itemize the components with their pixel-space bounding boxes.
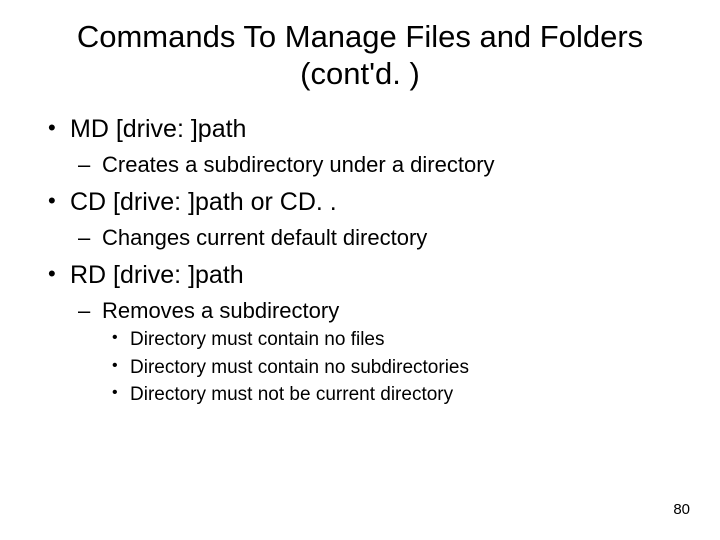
list-item-text: Directory must not be current directory bbox=[130, 384, 453, 405]
slide-title: Commands To Manage Files and Folders (co… bbox=[40, 18, 680, 92]
list-item-text: MD [drive: ]path bbox=[70, 115, 246, 143]
list-item: Changes current default directory bbox=[70, 223, 680, 253]
list-item-text: Directory must contain no subdirectories bbox=[130, 357, 469, 378]
bullet-list-level1: MD [drive: ]path Creates a subdirectory … bbox=[40, 114, 680, 409]
list-item: Directory must contain no files bbox=[102, 327, 680, 354]
bullet-list-level2: Changes current default directory bbox=[70, 223, 680, 253]
bullet-list-level2: Creates a subdirectory under a directory bbox=[70, 150, 680, 180]
list-item: Creates a subdirectory under a directory bbox=[70, 150, 680, 180]
slide: Commands To Manage Files and Folders (co… bbox=[0, 0, 720, 540]
list-item-text: Changes current default directory bbox=[102, 225, 427, 250]
list-item-text: RD [drive: ]path bbox=[70, 261, 244, 289]
bullet-list-level3: Directory must contain no files Director… bbox=[102, 327, 680, 409]
list-item: Directory must contain no subdirectories bbox=[102, 355, 680, 382]
page-number: 80 bbox=[673, 501, 690, 518]
list-item-text: Creates a subdirectory under a directory bbox=[102, 152, 495, 177]
list-item-text: Removes a subdirectory bbox=[102, 298, 339, 323]
list-item: RD [drive: ]path Removes a subdirectory … bbox=[40, 260, 680, 409]
list-item: Removes a subdirectory Directory must co… bbox=[70, 296, 680, 409]
list-item-text: Directory must contain no files bbox=[130, 329, 385, 350]
bullet-list-level2: Removes a subdirectory Directory must co… bbox=[70, 296, 680, 409]
list-item-text: CD [drive: ]path or CD. . bbox=[70, 188, 337, 216]
list-item: MD [drive: ]path Creates a subdirectory … bbox=[40, 114, 680, 179]
list-item: CD [drive: ]path or CD. . Changes curren… bbox=[40, 187, 680, 252]
list-item: Directory must not be current directory bbox=[102, 382, 680, 409]
